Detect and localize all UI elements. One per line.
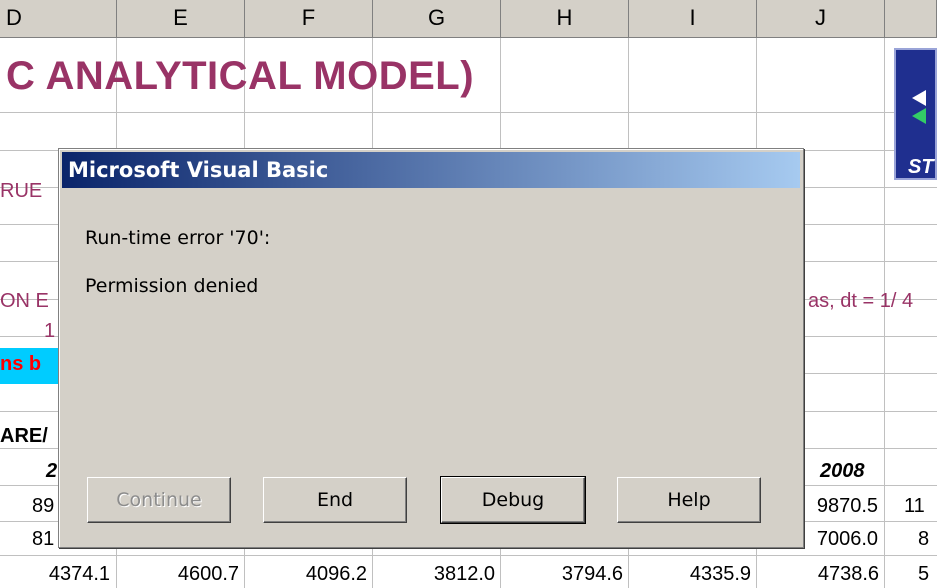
column-header-j[interactable]: J [757, 0, 885, 38]
cell-d-area[interactable]: ARE/ [0, 425, 48, 448]
cell-d-ns-b[interactable]: ns b [0, 353, 41, 376]
column-header-i[interactable]: I [629, 0, 757, 38]
cell-f-row3[interactable]: 4096.2 [245, 563, 367, 586]
nav-label: ST [908, 156, 934, 178]
column-header-h[interactable]: H [501, 0, 629, 38]
cell-e-row3[interactable]: 4600.7 [117, 563, 239, 586]
continue-button[interactable]: Continue [87, 477, 231, 523]
cell-k-row2[interactable]: 8 [918, 528, 929, 551]
cell-d-row2[interactable]: 81 [32, 528, 54, 551]
cell-h-row3[interactable]: 3794.6 [501, 563, 623, 586]
column-header-f[interactable]: F [245, 0, 373, 38]
grid-line [884, 38, 885, 588]
cell-j-year[interactable]: 2008 [820, 460, 865, 483]
cell-k-row1[interactable]: 11 [904, 495, 925, 518]
end-button[interactable]: End [263, 477, 407, 523]
cell-d-row1[interactable]: 89 [32, 495, 54, 518]
error-code-text: Run-time error '70': [85, 227, 271, 249]
column-header-g[interactable]: G [373, 0, 501, 38]
cell-d-2[interactable]: 2 [46, 460, 57, 483]
cell-g-row3[interactable]: 3812.0 [373, 563, 495, 586]
grid-line [0, 555, 937, 556]
dialog-title-bar[interactable]: Microsoft Visual Basic [62, 152, 800, 188]
cell-k-row3[interactable]: 5 [918, 563, 929, 586]
debug-button[interactable]: Debug [440, 476, 586, 524]
column-header-d[interactable]: D [0, 0, 117, 38]
grid-line [0, 112, 937, 113]
cell-d-one[interactable]: 1 [44, 320, 55, 343]
dialog-title: Microsoft Visual Basic [68, 158, 329, 182]
cell-i-row3[interactable]: 4335.9 [629, 563, 751, 586]
cell-d-row3[interactable]: 4374.1 [0, 563, 110, 586]
cell-j-row3[interactable]: 4738.6 [757, 563, 879, 586]
cell-d-true[interactable]: RUE [0, 180, 42, 203]
help-button[interactable]: Help [617, 477, 761, 523]
error-message-text: Permission denied [85, 275, 259, 297]
navigation-button[interactable]: ST [894, 48, 937, 180]
column-header-e[interactable]: E [117, 0, 245, 38]
cell-j-formula[interactable]: as, dt = 1/ 4 [808, 290, 913, 313]
sheet-title: C ANALYTICAL MODEL) [6, 54, 475, 98]
column-header-k[interactable] [885, 0, 937, 38]
error-dialog: Microsoft Visual Basic Run-time error '7… [58, 148, 804, 548]
cell-d-on-e[interactable]: ON E [0, 290, 49, 313]
